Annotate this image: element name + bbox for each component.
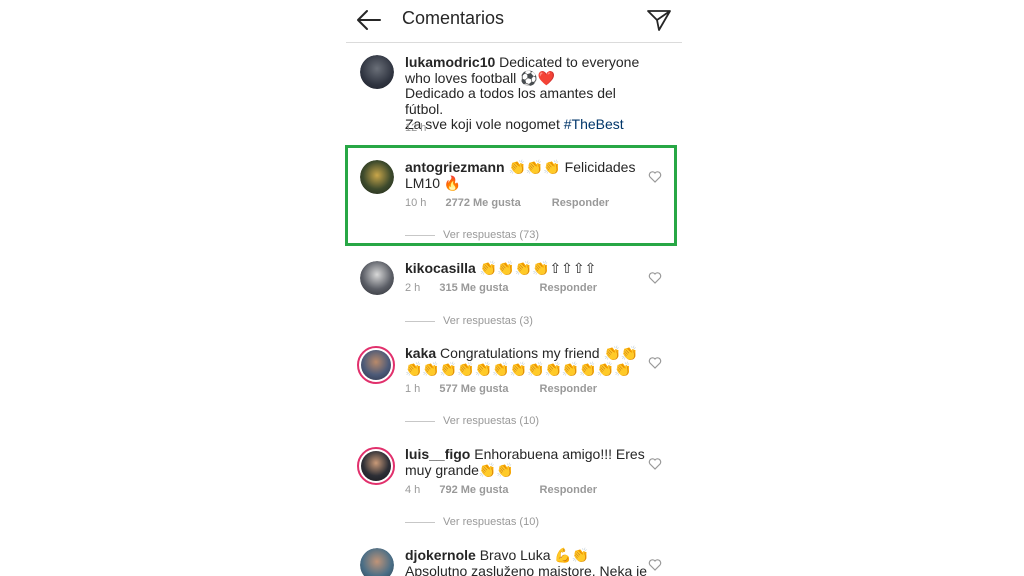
avatar[interactable] <box>357 447 395 485</box>
comment-text: kaka Congratulations my friend 👏👏👏👏👏👏👏👏👏… <box>405 345 650 377</box>
hashtag-link[interactable]: #TheBest <box>564 116 624 132</box>
comment-body: Congratulations my friend 👏👏👏👏👏👏👏👏👏👏👏👏👏👏… <box>405 345 639 377</box>
reply-button[interactable]: Responder <box>540 484 597 496</box>
view-replies-button[interactable]: Ver respuestas (10) <box>405 415 539 427</box>
comment-text: djokernole Bravo Luka 💪👏 Apsolutno zaslu… <box>405 547 650 576</box>
paper-plane-icon[interactable] <box>646 8 672 32</box>
avatar[interactable] <box>360 55 394 89</box>
likes-count[interactable]: 577 Me gusta <box>439 383 508 395</box>
comments-screen: Comentarios lukamodric10 Dedicated to ev… <box>346 0 682 576</box>
avatar[interactable] <box>360 548 394 576</box>
divider-line <box>405 420 435 422</box>
view-replies-label: Ver respuestas (10) <box>443 415 539 427</box>
username[interactable]: kaka <box>405 345 436 361</box>
header-bar: Comentarios <box>346 0 682 43</box>
divider-line <box>405 320 435 322</box>
caption-line-2: Dedicado a todos los amantes del fútbol. <box>405 85 616 117</box>
username[interactable]: lukamodric10 <box>405 54 495 70</box>
view-replies-button[interactable]: Ver respuestas (10) <box>405 516 539 528</box>
back-arrow-icon[interactable] <box>356 8 382 32</box>
comment-text: kikocasilla 👏👏👏👏⇧⇧⇧⇧ <box>405 260 650 277</box>
avatar[interactable] <box>357 346 395 384</box>
caption-meta: 12 h <box>405 122 442 134</box>
heart-icon[interactable] <box>648 356 662 370</box>
timestamp: 12 h <box>405 122 427 134</box>
highlight-box <box>345 145 677 246</box>
likes-count[interactable]: 315 Me gusta <box>439 282 508 294</box>
view-replies-button[interactable]: Ver respuestas (3) <box>405 315 533 327</box>
reply-button[interactable]: Responder <box>540 282 597 294</box>
comment-text: luis__figo Enhorabuena amigo!!! Eres muy… <box>405 446 650 478</box>
comment-meta: 4 h 792 Me gusta Responder <box>405 484 597 496</box>
username[interactable]: djokernole <box>405 547 476 563</box>
caption-text: lukamodric10 Dedicated to everyone who l… <box>405 54 650 133</box>
view-replies-label: Ver respuestas (3) <box>443 315 533 327</box>
reply-button[interactable]: Responder <box>540 383 597 395</box>
likes-count[interactable]: 792 Me gusta <box>439 484 508 496</box>
comment-meta: 2 h 315 Me gusta Responder <box>405 282 597 294</box>
page-title: Comentarios <box>402 8 505 28</box>
timestamp: 1 h <box>405 383 421 395</box>
comment-body: 👏👏👏👏⇧⇧⇧⇧ <box>479 260 597 276</box>
heart-icon[interactable] <box>648 271 662 285</box>
heart-icon[interactable] <box>648 558 662 572</box>
comment-meta: 1 h 577 Me gusta Responder <box>405 383 597 395</box>
username[interactable]: kikocasilla <box>405 260 476 276</box>
view-replies-label: Ver respuestas (10) <box>443 516 539 528</box>
timestamp: 4 h <box>405 484 421 496</box>
avatar[interactable] <box>360 261 394 295</box>
username[interactable]: luis__figo <box>405 446 470 462</box>
divider-line <box>405 521 435 523</box>
heart-icon[interactable] <box>648 457 662 471</box>
timestamp: 2 h <box>405 282 421 294</box>
